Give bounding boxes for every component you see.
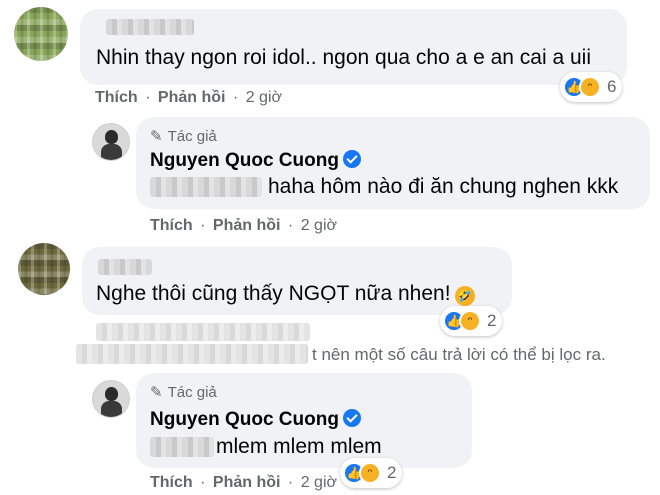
like-link[interactable]: Thích: [150, 474, 193, 491]
redacted-mention: [150, 437, 214, 457]
separator: ·: [232, 89, 239, 106]
timestamp[interactable]: 2 giờ: [301, 474, 337, 491]
haha-icon: ᵔ: [579, 76, 601, 98]
author-avatar[interactable]: [92, 380, 130, 418]
commenter-avatar[interactable]: [14, 7, 68, 61]
pencil-icon: ✎: [150, 128, 163, 145]
author-tag-label: Tác giả: [167, 383, 217, 401]
separator: ·: [145, 89, 151, 106]
author-name[interactable]: Nguyen Quoc Cuong: [150, 409, 361, 431]
redacted-username: [106, 19, 194, 35]
like-link[interactable]: Thích: [95, 89, 138, 106]
reaction-count: 2: [387, 463, 397, 482]
separator: ·: [287, 474, 294, 491]
author-name-text: Nguyen Quoc Cuong: [150, 409, 339, 430]
reaction-summary[interactable]: 👍 ᵔ 2: [440, 306, 503, 336]
comment-text: Nghe thôi cũng thấy NGỌT nữa nhen! 🤣: [96, 282, 475, 306]
comment-text: haha hôm nào đi ăn chung nghen kkk: [268, 175, 619, 198]
comment-bubble: Nhin thay ngon roi idol.. ngon qua cho a…: [80, 9, 627, 85]
redacted-notice-prefix: [76, 344, 308, 364]
reaction-count: 6: [607, 77, 617, 96]
timestamp[interactable]: 2 giờ: [246, 89, 282, 106]
author-badge: ✎ Tác giả: [150, 383, 217, 402]
reply-link[interactable]: Phản hồi: [213, 217, 281, 234]
comment-text-content: Nghe thôi cũng thấy NGỌT nữa nhen!: [96, 282, 451, 305]
filtered-replies-notice: t nên một số câu trả lời có thể bị lọc r…: [312, 345, 606, 364]
comment-text: Nhin thay ngon roi idol.. ngon qua cho a…: [96, 46, 592, 69]
author-name-text: Nguyen Quoc Cuong: [150, 150, 339, 171]
comment-actions: Thích · Phản hồi · 2 giờ: [95, 89, 282, 107]
reaction-summary[interactable]: 👍 ᵔ 2: [340, 458, 403, 488]
comment-bubble: ✎ Tác giả Nguyen Quoc Cuong haha hôm nào…: [136, 117, 650, 209]
verified-badge-icon: [342, 409, 361, 427]
author-badge: ✎ Tác giả: [150, 127, 217, 146]
haha-icon: ᵔ: [359, 462, 381, 484]
reply-link[interactable]: Phản hồi: [158, 89, 226, 106]
author-avatar[interactable]: [92, 123, 130, 161]
comment-actions: Thích · Phản hồi · 2 giờ: [150, 217, 337, 235]
redacted-mention: [150, 177, 262, 197]
rofl-emoji-icon: 🤣: [454, 286, 475, 306]
like-link[interactable]: Thích: [150, 217, 193, 234]
haha-icon: ᵔ: [459, 310, 481, 332]
separator: ·: [200, 474, 206, 491]
comment-bubble: Nghe thôi cũng thấy NGỌT nữa nhen! 🤣: [82, 247, 512, 315]
redacted-notice-prefix: [96, 323, 310, 341]
commenter-avatar[interactable]: [18, 243, 70, 295]
author-name[interactable]: Nguyen Quoc Cuong: [150, 150, 361, 172]
reaction-summary[interactable]: 👍 ᵔ 6: [560, 72, 623, 102]
comment-bubble: ✎ Tác giả Nguyen Quoc Cuong mlem mlem ml…: [136, 373, 472, 468]
redacted-username: [98, 259, 152, 275]
comment-actions: Thích · Phản hồi · 2 giờ: [150, 474, 337, 492]
reply-link[interactable]: Phản hồi: [213, 474, 281, 491]
timestamp[interactable]: 2 giờ: [301, 217, 337, 234]
reaction-count: 2: [487, 311, 497, 330]
author-tag-label: Tác giả: [167, 127, 217, 145]
verified-badge-icon: [342, 150, 361, 168]
separator: ·: [287, 217, 294, 234]
comment-text: mlem mlem mlem: [216, 435, 382, 458]
separator: ·: [200, 217, 206, 234]
pencil-icon: ✎: [150, 384, 163, 401]
